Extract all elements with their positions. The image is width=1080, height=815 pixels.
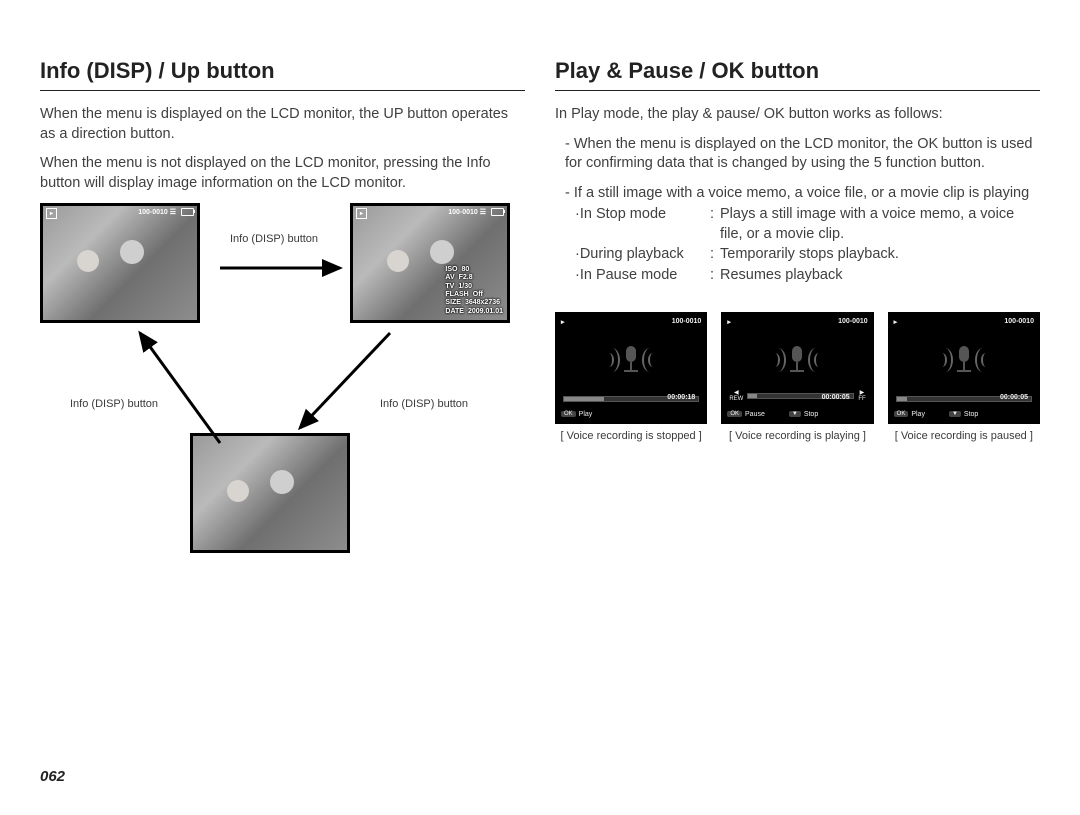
- voice-memo-icon: ☰: [480, 209, 486, 216]
- soundwave-right-icon: [981, 346, 991, 374]
- footer-controls: OKPlay: [561, 411, 701, 418]
- mode-label: ·During playback: [575, 245, 710, 265]
- caption-playing: [ Voice recording is playing ]: [721, 430, 873, 442]
- mode-row: ·In Stop mode : Plays a still image with…: [575, 205, 1040, 244]
- caption-stopped: [ Voice recording is stopped ]: [555, 430, 707, 442]
- rew-label: ◀REW: [729, 390, 743, 402]
- voice-lcd-paused: ▸ 100-0010 00:00:05: [888, 312, 1040, 424]
- voice-memo-icon: ☰: [170, 209, 176, 216]
- voice-lcd-stopped: ▸ 100-0010 00:00:18: [555, 312, 707, 424]
- left-para-1: When the menu is displayed on the LCD mo…: [40, 105, 525, 144]
- microphone-icon: [622, 346, 640, 374]
- ok-button-icon: OK: [727, 411, 742, 417]
- mode-label: ·In Stop mode: [575, 205, 710, 244]
- mic-graphic: [557, 332, 705, 388]
- left-heading: Info (DISP) / Up button: [40, 58, 525, 91]
- mode-value: Plays a still image with a voice memo, a…: [720, 205, 1040, 244]
- photo-placeholder: [43, 206, 197, 320]
- right-bullet-2: - If a still image with a voice memo, a …: [555, 184, 1040, 204]
- lcd-preview-clean: [190, 433, 350, 553]
- mode-table: ·In Stop mode : Plays a still image with…: [555, 205, 1040, 285]
- microphone-icon: [955, 346, 973, 374]
- right-column: Play & Pause / OK button In Play mode, t…: [555, 58, 1040, 764]
- file-counter: 100-0010: [138, 209, 168, 216]
- soundwave-left-icon: [937, 346, 947, 374]
- ok-button-icon: OK: [894, 411, 909, 417]
- right-heading: Play & Pause / OK button: [555, 58, 1040, 91]
- elapsed-time: 00:00:05: [822, 394, 850, 401]
- file-counter: 100-0010: [672, 318, 702, 325]
- mode-value: Temporarily stops playback.: [720, 245, 1040, 265]
- mode-row: ·During playback : Temporarily stops pla…: [575, 245, 1040, 265]
- mode-row: ·In Pause mode : Resumes playback: [575, 266, 1040, 286]
- right-intro: In Play mode, the play & pause/ OK butto…: [555, 105, 1040, 125]
- battery-icon: [181, 208, 194, 216]
- down-button-icon: ▼: [949, 411, 961, 417]
- playback-icon: ▸: [356, 208, 367, 219]
- foot-label: Play: [911, 411, 925, 418]
- voice-lcd-playing: ▸ 100-0010 ◀REW ▶FF: [721, 312, 873, 424]
- elapsed-time: 00:00:18: [667, 394, 695, 401]
- battery-icon: [491, 208, 504, 216]
- file-counter: 100-0010: [838, 318, 868, 325]
- microphone-icon: [788, 346, 806, 374]
- lcd-preview-details: ▸ 100-0010 ☰ ISO80 AVF2.8 TV1/30 FLASHOf…: [350, 203, 510, 323]
- mode-label: ·In Pause mode: [575, 266, 710, 286]
- caption-paused: [ Voice recording is paused ]: [888, 430, 1040, 442]
- voice-col-playing: ▸ 100-0010 ◀REW ▶FF: [721, 312, 873, 442]
- arrow-label-3: Info (DISP) button: [380, 398, 468, 410]
- arrow-label-1: Info (DISP) button: [230, 233, 318, 245]
- footer-controls: OKPlay ▼Stop: [894, 411, 1034, 418]
- image-info-overlay: ISO80 AVF2.8 TV1/30 FLASHOff SIZE3648x27…: [445, 266, 503, 316]
- left-column: Info (DISP) / Up button When the menu is…: [40, 58, 525, 764]
- soundwave-left-icon: [770, 346, 780, 374]
- voice-col-stopped: ▸ 100-0010 00:00:18: [555, 312, 707, 442]
- disp-cycle-diagram: ▸ 100-0010 ☰ ▸ 100-0010 ☰: [40, 203, 525, 603]
- playback-icon: ▸: [561, 318, 565, 326]
- two-column-layout: Info (DISP) / Up button When the menu is…: [40, 58, 1040, 764]
- ff-label: ▶FF: [858, 390, 865, 402]
- file-counter: 100-0010: [448, 209, 478, 216]
- left-para-2: When the menu is not displayed on the LC…: [40, 154, 525, 193]
- mic-graphic: [723, 332, 871, 388]
- foot-label: Play: [579, 411, 593, 418]
- lcd-preview-basic: ▸ 100-0010 ☰: [40, 203, 200, 323]
- foot-label: Stop: [804, 411, 818, 418]
- mic-graphic: [890, 332, 1038, 388]
- down-button-icon: ▼: [789, 411, 801, 417]
- photo-placeholder: [193, 436, 347, 550]
- soundwave-left-icon: [604, 346, 614, 374]
- playback-icon: ▸: [727, 318, 731, 326]
- playback-icon: ▸: [46, 208, 57, 219]
- ok-button-icon: OK: [561, 411, 576, 417]
- foot-label: Stop: [964, 411, 978, 418]
- file-counter: 100-0010: [1004, 318, 1034, 325]
- soundwave-right-icon: [648, 346, 658, 374]
- right-bullet-1: - When the menu is displayed on the LCD …: [555, 135, 1040, 174]
- soundwave-right-icon: [814, 346, 824, 374]
- elapsed-time: 00:00:05: [1000, 394, 1028, 401]
- mode-value: Resumes playback: [720, 266, 1040, 286]
- page-number: 062: [40, 768, 1040, 785]
- voice-preview-row: ▸ 100-0010 00:00:18: [555, 312, 1040, 442]
- foot-label: Pause: [745, 411, 765, 418]
- arrow-label-2: Info (DISP) button: [70, 398, 158, 410]
- footer-controls: OKPause ▼Stop: [727, 411, 867, 418]
- playback-icon: ▸: [894, 318, 898, 326]
- voice-col-paused: ▸ 100-0010 00:00:05: [888, 312, 1040, 442]
